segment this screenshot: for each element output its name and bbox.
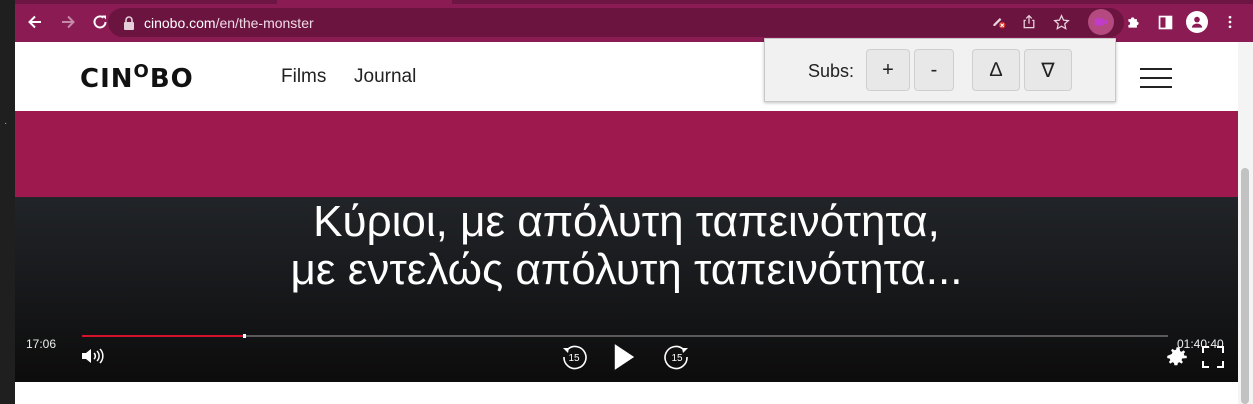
extensions-button[interactable] — [1120, 9, 1146, 35]
back-arrow-icon — [28, 15, 41, 29]
star-icon[interactable] — [1051, 12, 1071, 32]
more-menu-icon — [1228, 15, 1232, 29]
fast-forward-icon: 15 — [664, 345, 688, 370]
progress-handle[interactable] — [242, 334, 246, 338]
url-path: /en/the-monster — [215, 14, 314, 31]
hamburger-menu-icon[interactable] — [1140, 68, 1172, 88]
subs-move-up-button[interactable]: ∆ — [972, 49, 1020, 91]
camera-blocked-icon[interactable] — [989, 12, 1009, 32]
subs-label: Subs: — [808, 61, 855, 81]
progress-bar[interactable] — [82, 334, 1168, 338]
video-extension-icon — [1094, 18, 1108, 26]
rewind-15-button[interactable]: 15 — [560, 343, 588, 371]
progress-played — [82, 335, 243, 337]
profile-button[interactable] — [1186, 11, 1208, 33]
address-bar[interactable]: cinobo.com/en/the-monster — [108, 8, 1124, 37]
puzzle-extensions-icon — [1127, 16, 1139, 28]
forward-button[interactable] — [55, 9, 81, 35]
page-scrollbar[interactable] — [1238, 42, 1253, 404]
play-button[interactable] — [611, 341, 637, 373]
logo-o: O — [133, 61, 150, 82]
nav-link-films[interactable]: Films — [281, 66, 326, 88]
forward-seconds: 15 — [671, 353, 683, 364]
nav-link-journal[interactable]: Journal — [354, 66, 416, 88]
share-icon[interactable] — [1019, 12, 1039, 32]
cinobo-logo[interactable]: CINOBO — [80, 61, 194, 94]
forward-arrow-icon — [62, 15, 75, 29]
rewind-seconds: 15 — [568, 353, 580, 364]
video-player[interactable]: Κύριοι, με απόλυτη ταπεινότητα, με εντελ… — [15, 197, 1238, 382]
subtitle-line-1: Κύριοι, με απόλυτη ταπεινότητα, — [313, 197, 940, 246]
page-banner — [15, 111, 1238, 197]
reload-icon — [93, 15, 107, 29]
subs-move-down-button[interactable]: ∇ — [1024, 49, 1072, 91]
video-extension-button[interactable] — [1088, 9, 1114, 35]
logo-prefix: CIN — [80, 64, 134, 94]
profile-icon — [1191, 16, 1203, 28]
lock-icon[interactable] — [123, 15, 135, 30]
subs-decrease-button[interactable]: - — [914, 49, 954, 91]
side-panel-button[interactable] — [1152, 9, 1178, 35]
scrollbar-thumb[interactable] — [1241, 168, 1249, 404]
elapsed-time: 17:06 — [26, 337, 57, 351]
subtitle-controls-panel: Subs: + - ∆ ∇ — [764, 38, 1116, 102]
url-domain: cinobo.com — [144, 14, 216, 31]
active-tab[interactable] — [277, 0, 452, 4]
tab-strip — [15, 0, 1253, 4]
side-panel-icon — [1158, 15, 1172, 29]
play-icon — [614, 344, 635, 370]
rewind-icon: 15 — [563, 345, 587, 370]
desktop-edge: · — [0, 0, 15, 404]
url-text[interactable]: cinobo.com/en/the-monster — [144, 15, 314, 31]
logo-suffix: BO — [149, 64, 194, 94]
settings-gear-icon[interactable] — [1163, 343, 1191, 371]
subtitle-line-2: με εντελώς απόλυτη ταπεινότητα... — [290, 245, 963, 294]
more-menu-button[interactable] — [1217, 9, 1243, 35]
volume-icon[interactable] — [80, 345, 110, 367]
forward-15-button[interactable]: 15 — [663, 343, 691, 371]
fullscreen-icon[interactable] — [1200, 344, 1226, 370]
subs-increase-button[interactable]: + — [866, 49, 910, 91]
back-button[interactable] — [22, 9, 48, 35]
